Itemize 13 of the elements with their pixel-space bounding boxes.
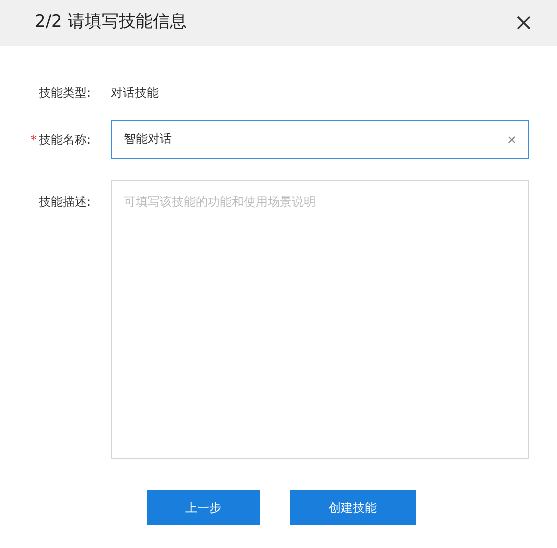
required-mark: * bbox=[30, 132, 37, 148]
clear-icon[interactable] bbox=[508, 136, 516, 144]
dialog-title: 2/2 请填写技能信息 bbox=[35, 11, 187, 34]
field-value: 对话技能 bbox=[111, 85, 159, 102]
field-label: 技能类型: bbox=[38, 85, 91, 102]
field-label: 技能描述: bbox=[38, 194, 91, 211]
field-label: 技能名称: bbox=[38, 132, 91, 148]
create-button[interactable]: 创建技能 bbox=[290, 490, 416, 525]
back-button[interactable]: 上一步 bbox=[147, 490, 260, 525]
description-field[interactable]: 可填写该技能的功能和使用场景说明 bbox=[111, 180, 529, 459]
close-button[interactable] bbox=[515, 14, 533, 32]
close-icon bbox=[517, 16, 531, 30]
name-input-field[interactable]: 智能对话 bbox=[111, 120, 529, 159]
